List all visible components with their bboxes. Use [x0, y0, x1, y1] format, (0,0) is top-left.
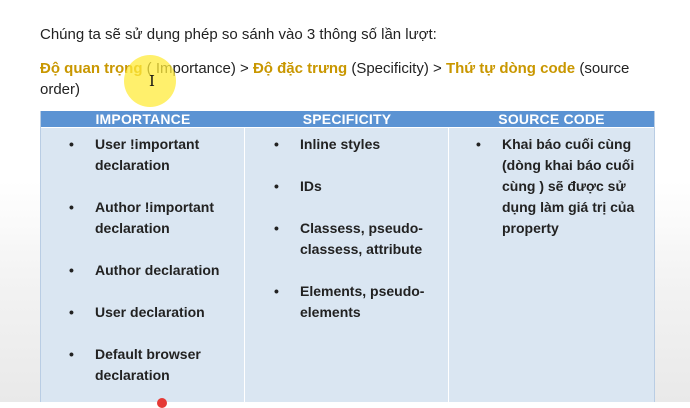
specificity-cell: Inline styles IDs Classess, pseudo-class…: [245, 128, 449, 407]
header-importance: IMPORTANCE: [95, 111, 191, 127]
list-item: User !important declaration: [69, 134, 241, 176]
list-item: Elements, pseudo-elements: [274, 281, 448, 323]
keyword-specificity: Độ đặc trưng: [252, 60, 348, 77]
text-cursor-icon: I: [149, 72, 155, 90]
pointer-dot: [157, 398, 167, 408]
list-item: IDs: [274, 176, 448, 197]
source-code-cell: Khai báo cuối cùng (dòng khai báo cuối c…: [449, 128, 654, 407]
table-body-row: User !important declaration Author !impo…: [41, 127, 654, 407]
table-header-row: IMPORTANCE SPECIFICITY SOURCE CODE: [41, 111, 654, 127]
css-priority-table: IMPORTANCE SPECIFICITY SOURCE CODE User …: [40, 111, 655, 407]
header-source-code: SOURCE CODE: [498, 111, 605, 127]
specificity-list: Inline styles IDs Classess, pseudo-class…: [274, 134, 448, 323]
list-item: User declaration: [69, 302, 241, 323]
importance-list: User !important declaration Author !impo…: [69, 134, 241, 386]
order-text-2: (Specificity) >: [347, 60, 446, 77]
list-item: Inline styles: [274, 134, 448, 155]
header-specificity: SPECIFICITY: [302, 111, 392, 127]
list-item: Khai báo cuối cùng (dòng khai báo cuối c…: [476, 134, 652, 239]
list-item: Default browser declaration: [69, 344, 241, 386]
list-item: Author declaration: [69, 260, 241, 281]
keyword-source-order: Thứ tự dòng code: [445, 60, 576, 77]
list-item: Author !important declaration: [69, 197, 241, 239]
intro-text: Chúng ta sẽ sử dụng phép so sánh vào 3 t…: [40, 26, 437, 43]
source-code-list: Khai báo cuối cùng (dòng khai báo cuối c…: [476, 134, 652, 239]
list-item: Classess, pseudo-classess, attribute: [274, 218, 448, 260]
importance-cell: User !important declaration Author !impo…: [41, 128, 245, 407]
